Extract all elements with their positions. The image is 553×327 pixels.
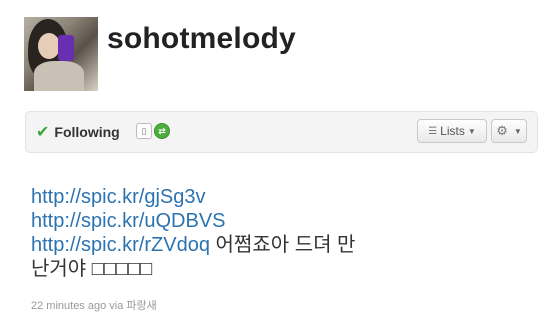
via-label: via [109, 300, 124, 312]
screen-name: sohotmelody [107, 22, 296, 55]
following-label: Following [54, 124, 120, 140]
list-icon: ☰ [428, 125, 438, 137]
tweet-body-text: 어쩜죠아 드뎌 만 [215, 234, 356, 256]
lists-label: Lists [440, 124, 465, 138]
chevron-down-icon: ▼ [513, 126, 522, 136]
tweet-link[interactable]: http://spic.kr/gjSg3v [31, 186, 206, 208]
tweet-body-text: 난거야 □□□□□ [31, 258, 153, 280]
settings-menu-button[interactable]: ⚙ ▼ [491, 119, 527, 143]
profile-avatar[interactable] [24, 17, 98, 91]
check-icon: ✔ [36, 124, 50, 141]
device-icon[interactable]: ▯ [136, 123, 152, 139]
lists-button[interactable]: ☰ Lists ▼ [417, 119, 487, 143]
following-button[interactable]: ✔ Following [36, 123, 120, 141]
profile-action-bar: ✔ Following ▯ ⇄ ☰ Lists ▼ ⚙ ▼ [25, 111, 538, 153]
tweet-link[interactable]: http://spic.kr/uQDBVS [31, 210, 226, 232]
gear-icon: ⚙ [496, 123, 508, 138]
tweet-timestamp[interactable]: 22 minutes ago [31, 300, 106, 312]
chevron-down-icon: ▼ [467, 126, 476, 136]
tweet-meta: 22 minutes ago via 파랑새 [31, 297, 157, 313]
retweet-icon[interactable]: ⇄ [154, 123, 170, 139]
tweet-text: http://spic.kr/gjSg3v http://spic.kr/uQD… [31, 185, 511, 281]
tweet-link[interactable]: http://spic.kr/rZVdoq [31, 234, 210, 256]
tweet-source[interactable]: 파랑새 [126, 300, 156, 312]
